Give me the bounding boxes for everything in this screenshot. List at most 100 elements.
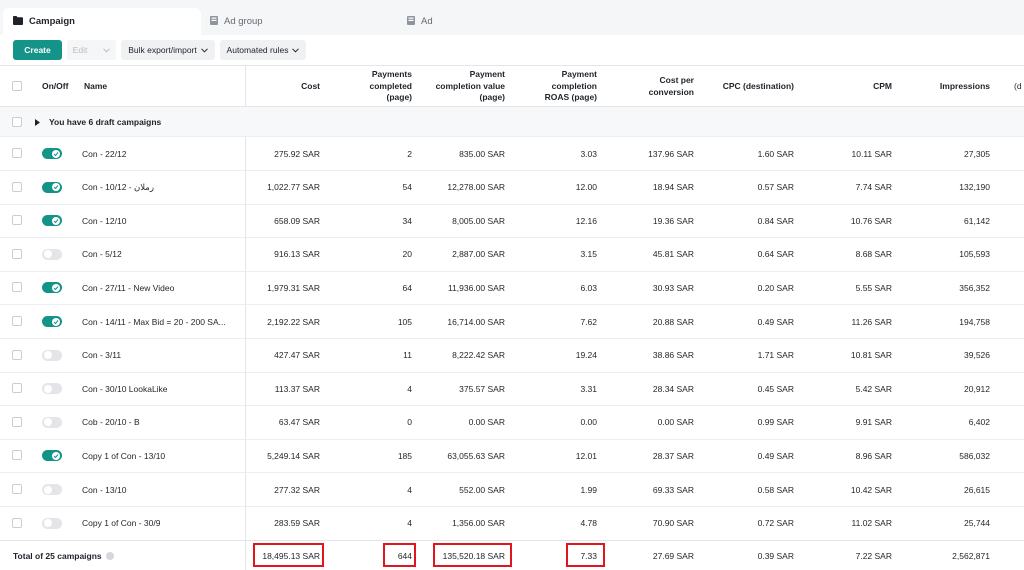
roas-cell: 12.16 xyxy=(575,215,597,226)
draft-campaigns-row[interactable]: You have 6 draft campaigns xyxy=(0,107,1024,137)
col-name[interactable]: Name xyxy=(84,66,224,107)
tab-campaign[interactable]: Campaign xyxy=(3,8,201,35)
cpc-cell: 0.64 SAR xyxy=(757,249,794,260)
campaign-name-link[interactable]: Con - 10/12 - رملان xyxy=(82,171,242,204)
row-checkbox[interactable] xyxy=(12,450,22,461)
payment-value-cell: 8,222.42 SAR xyxy=(452,350,505,361)
payments-completed-cell: 11 xyxy=(403,350,412,361)
row-checkbox[interactable] xyxy=(12,484,22,494)
col-onoff[interactable]: On/Off xyxy=(42,66,82,107)
col-payments-completed[interactable]: Payments completed (page) xyxy=(355,66,412,107)
info-icon[interactable] xyxy=(105,552,114,560)
table-row[interactable]: Con - 14/11 - Max Bid = 20 - 200 SA... 2,… xyxy=(0,305,1024,339)
cpc-cell: 0.57 SAR xyxy=(757,182,794,193)
row-checkbox[interactable] xyxy=(12,316,22,326)
table-row[interactable]: Con - 27/11 - New Video 1,979.31 SAR 64 11,… xyxy=(0,271,1024,306)
campaign-name-link[interactable]: Cob - 20/10 - B xyxy=(82,406,242,439)
roas-cell: 6.03 xyxy=(580,282,597,293)
row-checkbox[interactable] xyxy=(12,282,22,293)
edit-button[interactable]: Edit xyxy=(67,40,116,60)
table-row[interactable]: Con - 5/12 916.13 SAR 20 2,887.00 SAR 3.15 45… xyxy=(0,238,1024,272)
impressions-cell: 26,615 xyxy=(964,484,990,495)
campaign-name-link[interactable]: Con - 30/10 LookaLike xyxy=(82,372,242,405)
table-row[interactable]: Con - 30/10 LookaLike 113.37 SAR 4 375.57 S… xyxy=(0,372,1024,407)
on-off-toggle[interactable] xyxy=(42,416,62,428)
table-row[interactable]: Cob - 20/10 - B 63.47 SAR 0 0.00 SAR 0.00 0.0… xyxy=(0,406,1024,440)
cost-cell: 113.37 SAR xyxy=(274,383,320,394)
col-cost-per-conversion[interactable]: Cost per conversion xyxy=(638,66,694,107)
row-checkbox[interactable] xyxy=(12,148,22,158)
campaign-name-link[interactable]: Copy 1 of Con - 13/10 xyxy=(82,439,242,472)
draft-checkbox[interactable] xyxy=(12,117,22,127)
on-off-toggle[interactable] xyxy=(42,450,62,462)
row-checkbox[interactable] xyxy=(12,517,22,528)
col-cost[interactable]: Cost xyxy=(245,66,320,107)
cpc-cell: 0.20 SAR xyxy=(757,282,794,293)
payments-completed-cell: 4 xyxy=(407,484,412,495)
on-off-toggle[interactable] xyxy=(42,383,62,395)
toggle-knob xyxy=(44,519,52,528)
campaign-name-link[interactable]: Copy 1 of Con - 30/9 xyxy=(82,507,242,540)
highlight-box-cost xyxy=(253,543,324,567)
tab-ad-group-label: Ad group xyxy=(224,16,263,27)
on-off-toggle[interactable] xyxy=(42,517,62,529)
row-checkbox[interactable] xyxy=(12,416,22,427)
on-off-toggle[interactable] xyxy=(42,484,62,495)
campaign-name-link[interactable]: Con - 14/11 - Max Bid = 20 - 200 SA... xyxy=(82,305,242,338)
campaign-name-link[interactable]: Con - 22/12 xyxy=(82,137,242,170)
row-checkbox[interactable] xyxy=(12,248,22,259)
highlight-box-roas xyxy=(566,543,605,567)
cpm-cell: 10.76 SAR xyxy=(850,215,892,226)
row-checkbox[interactable] xyxy=(12,181,22,192)
table-row[interactable]: Copy 1 of Con - 13/10 5,249.14 SAR 185 63,0… xyxy=(0,439,1024,474)
cpm-cell: 9.91 SAR xyxy=(855,417,892,428)
cost-cell: 2,192.22 SAR xyxy=(267,316,320,327)
tab-ad-group[interactable]: Ad group xyxy=(210,8,263,35)
automated-rules-button[interactable]: Automated rules xyxy=(220,40,306,60)
on-off-toggle[interactable] xyxy=(42,215,62,227)
table-row[interactable]: Con - 22/12 275.92 SAR 2 835.00 SAR 3.03 137.… xyxy=(0,137,1024,171)
row-checkbox[interactable] xyxy=(12,383,22,394)
col-payment-completion-value[interactable]: Payment completion value (page) xyxy=(428,66,505,107)
chevron-down-icon xyxy=(103,45,111,55)
on-off-toggle[interactable] xyxy=(42,316,62,327)
payments-completed-cell: 20 xyxy=(402,249,412,260)
check-icon xyxy=(53,218,59,223)
cost-cell: 277.32 SAR xyxy=(274,484,320,495)
impressions-cell: 105,593 xyxy=(959,249,990,260)
on-off-toggle[interactable] xyxy=(42,148,62,159)
on-off-toggle[interactable] xyxy=(42,248,62,260)
bulk-export-import-button[interactable]: Bulk export/import xyxy=(121,40,215,60)
col-cpc-destination[interactable]: CPC (destination) xyxy=(702,66,794,107)
table-row[interactable]: Con - 10/12 - رملان 1,022.77 SAR 54 12,278.… xyxy=(0,171,1024,205)
col-impressions[interactable]: Impressions xyxy=(920,66,990,107)
roas-cell: 4.78 xyxy=(580,518,597,529)
caret-right-icon[interactable] xyxy=(35,118,40,128)
select-all-checkbox[interactable] xyxy=(12,81,22,91)
on-off-toggle[interactable] xyxy=(42,181,62,193)
table-row[interactable]: Con - 3/11 427.47 SAR 11 8,222.42 SAR 19.24 3… xyxy=(0,339,1024,373)
campaign-name-link[interactable]: Con - 3/11 xyxy=(82,339,242,372)
create-button[interactable]: Create xyxy=(13,40,62,60)
col-cpm[interactable]: CPM xyxy=(830,66,892,107)
edit-button-label: Edit xyxy=(72,45,88,55)
campaign-name-link[interactable]: Con - 5/12 xyxy=(82,238,242,271)
row-checkbox[interactable] xyxy=(12,215,22,226)
table-row[interactable]: Con - 13/10 277.32 SAR 4 552.00 SAR 1.99 69.3… xyxy=(0,473,1024,507)
table-row[interactable]: Copy 1 of Con - 30/9 283.59 SAR 4 1,356.00 … xyxy=(0,507,1024,541)
cpc-cell: 0.84 SAR xyxy=(757,215,794,226)
toolbar: Create Edit Bulk export/import Automated… xyxy=(0,35,1024,65)
tab-ad[interactable]: Ad xyxy=(407,8,433,35)
row-checkbox[interactable] xyxy=(12,349,22,360)
on-off-toggle[interactable] xyxy=(42,349,62,361)
toggle-knob xyxy=(52,216,60,225)
campaign-name-link[interactable]: Con - 27/11 - New Video xyxy=(82,271,242,304)
campaign-name-link[interactable]: Con - 13/10 xyxy=(82,473,242,506)
chevron-down-icon xyxy=(292,45,300,55)
toggle-knob xyxy=(44,418,52,427)
check-icon xyxy=(53,151,59,156)
col-payment-completion-roas[interactable]: Payment completion ROAS (page) xyxy=(538,66,597,107)
table-row[interactable]: Con - 12/10 658.09 SAR 34 8,005.00 SAR 12.16… xyxy=(0,204,1024,239)
campaign-name-link[interactable]: Con - 12/10 xyxy=(82,204,242,237)
on-off-toggle[interactable] xyxy=(42,282,62,294)
